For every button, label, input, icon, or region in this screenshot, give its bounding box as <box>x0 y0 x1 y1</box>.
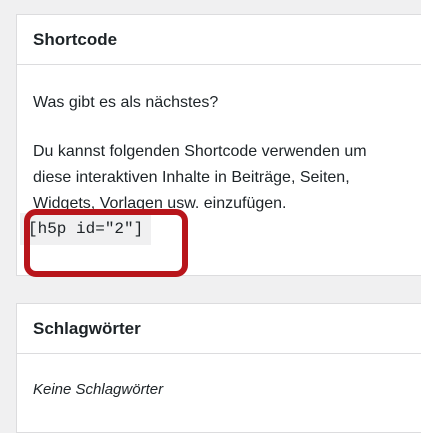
shortcode-panel-header[interactable]: Shortcode <box>17 15 421 65</box>
no-tags-text: Keine Schlagwörter <box>33 381 164 398</box>
whats-next-text: Was gibt es als nächstes? <box>33 94 219 111</box>
shortcode-description: Du kannst folgenden Shortcode verwenden … <box>33 143 367 212</box>
tags-panel-header[interactable]: Schlagwörter <box>17 304 421 354</box>
shortcode-panel-title: Shortcode <box>33 29 118 49</box>
tags-panel-title: Schlagwörter <box>33 318 141 338</box>
shortcode-value[interactable]: [h5p id="2"] <box>20 213 152 245</box>
tags-panel: Schlagwörter Keine Schlagwörter <box>16 303 421 433</box>
